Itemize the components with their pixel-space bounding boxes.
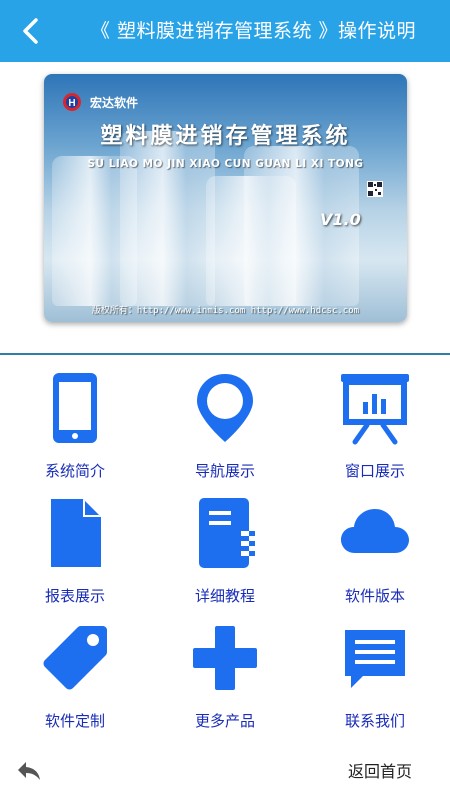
menu-item-contact-us[interactable]: 联系我们 xyxy=(300,606,450,731)
phone-icon xyxy=(53,373,97,443)
menu-item-report-display[interactable]: 报表展示 xyxy=(0,481,150,606)
banner-company-name: 宏达软件 xyxy=(90,96,139,110)
back-arrow-button[interactable] xyxy=(16,760,42,782)
menu-item-label: 报表展示 xyxy=(44,587,105,605)
menu-item-customization[interactable]: 软件定制 xyxy=(0,606,150,731)
menu-item-window-display[interactable]: 窗口展示 xyxy=(300,356,450,481)
banner-pinyin: SU LIAO MO JIN XIAO CUN GUAN LI XI TONG xyxy=(87,158,364,170)
notebook-icon xyxy=(199,498,255,568)
svg-text:H: H xyxy=(68,98,75,109)
menu-item-system-intro[interactable]: 系统简介 xyxy=(0,356,150,481)
tag-icon xyxy=(43,626,107,690)
reply-arrow-icon xyxy=(18,762,40,780)
section-divider xyxy=(0,353,450,355)
banner-version: V1.0 xyxy=(320,210,361,229)
bottom-bar: 返回首页 xyxy=(0,740,450,800)
map-pin-icon xyxy=(197,374,253,442)
app-bar: 《 塑料膜进销存管理系统 》操作说明 xyxy=(0,0,450,62)
banner-copyright: 版权所有：http://www.inmis.com http://www.hdc… xyxy=(91,306,360,316)
menu-item-label: 软件定制 xyxy=(44,712,105,730)
menu-item-label: 窗口展示 xyxy=(344,462,405,480)
banner-product-title: 塑料膜进销存管理系统 xyxy=(100,123,351,149)
menu-item-navigation[interactable]: 导航展示 xyxy=(150,356,300,481)
document-icon xyxy=(51,499,101,567)
company-logo-icon: H xyxy=(63,93,81,111)
menu-item-more-products[interactable]: 更多产品 xyxy=(150,606,300,731)
back-button[interactable] xyxy=(14,14,48,48)
page-title: 《 塑料膜进销存管理系统 》操作说明 xyxy=(90,20,416,42)
menu-item-label: 联系我们 xyxy=(344,712,405,730)
menu-item-label: 更多产品 xyxy=(194,712,255,730)
menu-item-label: 详细教程 xyxy=(194,587,255,605)
menu-grid: 系统简介 导航展示 窗口展示 报表展示 详细教程 软件版本 软件定制 更多产品 … xyxy=(0,356,450,740)
banner-area: H 宏达软件 塑料膜进销存管理系统 SU LIAO MO JIN XIAO CU… xyxy=(0,62,450,354)
menu-item-software-version[interactable]: 软件版本 xyxy=(300,481,450,606)
cloud-icon xyxy=(341,509,409,553)
return-home-button[interactable]: 返回首页 xyxy=(348,758,412,782)
product-banner-image: H 宏达软件 塑料膜进销存管理系统 SU LIAO MO JIN XIAO CU… xyxy=(44,74,407,322)
menu-item-label: 导航展示 xyxy=(194,462,255,480)
plus-icon xyxy=(193,626,257,690)
message-icon xyxy=(345,630,405,688)
menu-item-tutorial[interactable]: 详细教程 xyxy=(150,481,300,606)
presentation-icon xyxy=(341,374,409,445)
chevron-left-icon xyxy=(23,18,38,44)
menu-item-label: 软件版本 xyxy=(344,587,405,605)
qr-code-icon xyxy=(367,181,383,197)
menu-item-label: 系统简介 xyxy=(44,462,105,480)
